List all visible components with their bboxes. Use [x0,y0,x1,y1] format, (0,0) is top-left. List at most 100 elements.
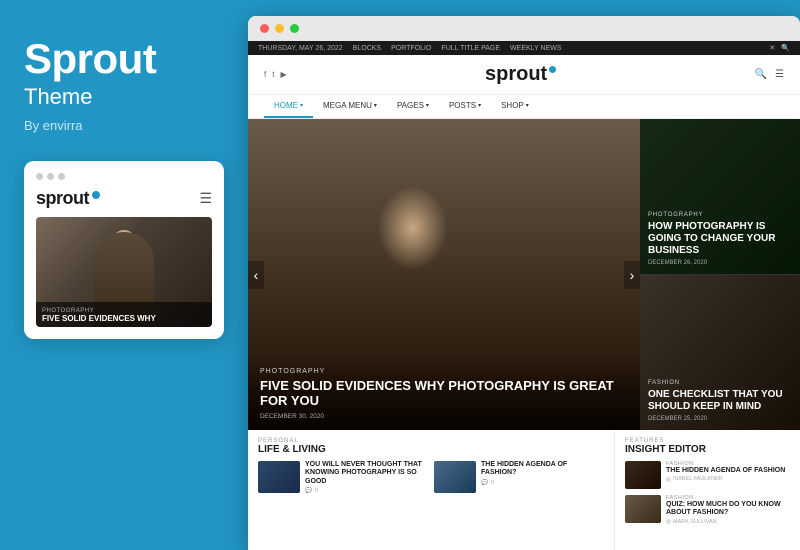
hero-card-bottom: FASHION ONE CHECKLIST THAT YOU SHOULD KE… [640,275,800,430]
hero-next-arrow[interactable]: › [624,261,640,289]
nav-pages-arrow: ▾ [426,102,429,109]
nav-item-megamenu[interactable]: MEGA MENU ▾ [313,95,387,118]
nav-megamenu-label: MEGA MENU [323,101,372,110]
comment-count-0: 0 [315,488,318,494]
nav-home-arrow: ▾ [300,102,303,109]
topbar-link-fullpage[interactable]: FULL TITLE PAGE [441,45,500,52]
header-menu-icon[interactable]: ☰ [775,69,784,80]
social-youtube[interactable]: ▶ [280,70,286,79]
comment-icon-1: 💬 [481,480,488,486]
hero-card-bottom-title: ONE CHECKLIST THAT YOU SHOULD KEEP IN MI… [648,389,792,413]
mobile-menu-icon[interactable]: ☰ [199,190,212,207]
hero-card-top-date: DECEMBER 26, 2020 [648,260,792,266]
mobile-dot-2 [47,173,54,180]
content-right: FEATURES INSIGHT EDITOR FASHION THE HIDD… [615,430,800,550]
article-title-1: THE HIDDEN AGENDA OF FASHION? [481,461,604,478]
comment-count-1: 0 [491,480,494,486]
article-meta-0: 💬 0 [305,488,428,494]
site-logo: sprout [485,63,556,86]
nav-posts-label: POSTS [449,101,476,110]
insight-title-1: QUIZ: HOW MUCH DO YOU KNOW ABOUT FASHION… [666,501,790,518]
social-twitter[interactable]: t [272,70,274,79]
hero-card-bottom-category: FASHION [648,380,792,386]
browser-dot-minimize[interactable] [275,24,284,33]
article-meta-1: 💬 0 [481,480,604,486]
nav-item-posts[interactable]: POSTS ▾ [439,95,491,118]
site-logo-dot [549,66,556,73]
hero-main-date: DECEMBER 30, 2020 [260,413,628,420]
nav-posts-arrow: ▾ [478,102,481,109]
site-content: PERSONAL LIFE & LIVING YOU WILL NEVER TH… [248,430,800,550]
hero-card-top-title: HOW PHOTOGRAPHY IS GOING TO CHANGE YOUR … [648,221,792,257]
author-avatar-0 [666,477,671,482]
insight-img-0 [625,461,661,489]
topbar-date: THURSDAY, MAY 26, 2022 [258,45,343,52]
article-item-1: THE HIDDEN AGENDA OF FASHION? 💬 0 [434,461,604,494]
hero-main-title: FIVE SOLID EVIDENCES WHY PHOTOGRAPHY IS … [260,378,628,409]
nav-home-label: HOME [274,101,298,110]
insight-item-0: FASHION THE HIDDEN AGENDA OF FASHION ISA… [625,461,790,489]
site-social-icons: f t ▶ [264,70,287,79]
nav-item-pages[interactable]: PAGES ▾ [387,95,439,118]
hero-card-top-category: PHOTOGRAPHY [648,212,792,218]
topbar-left: THURSDAY, MAY 26, 2022 BLOCKS PORTFOLIO … [258,45,562,52]
mobile-header: sprout ☰ [36,188,212,209]
topbar-link-blocks[interactable]: BLOCKS [353,45,381,52]
nav-item-shop[interactable]: SHOP ▾ [491,95,539,118]
article-info-1: THE HIDDEN AGENDA OF FASHION? 💬 0 [481,461,604,486]
browser-dot-maximize[interactable] [290,24,299,33]
mobile-dot-1 [36,173,43,180]
article-grid: YOU WILL NEVER THOUGHT THAT KNOWING PHOT… [258,461,604,494]
insight-author-1: MARK SULLIVAN [666,519,790,525]
topbar-link-portfolio[interactable]: PORTFOLIO [391,45,431,52]
insight-info-1: FASHION QUIZ: HOW MUCH DO YOU KNOW ABOUT… [666,495,790,525]
site-header-icons: 🔍 ☰ [755,69,784,80]
mobile-logo-dot [92,191,100,199]
social-facebook[interactable]: f [264,70,266,79]
hero-card-top: PHOTOGRAPHY HOW PHOTOGRAPHY IS GOING TO … [640,119,800,275]
browser-chrome [248,16,800,41]
mobile-logo-text: sprout [36,188,89,209]
hero-card-bottom-date: DECEMBER 25, 2020 [648,416,792,422]
insight-info-0: FASHION THE HIDDEN AGENDA OF FASHION ISA… [666,461,785,482]
insight-section-title: INSIGHT EDITOR [625,444,790,455]
insight-articles: FASHION THE HIDDEN AGENDA OF FASHION ISA… [625,461,790,525]
brand-title: Sprout [24,36,224,82]
site-logo-text: sprout [485,63,547,86]
author-name-0: ISABEL FAULKNER [673,476,723,482]
mobile-hero-image: PHOTOGRAPHY FIVE SOLID EVIDENCES WHY [36,217,212,327]
browser-window: THURSDAY, MAY 26, 2022 BLOCKS PORTFOLIO … [248,16,800,550]
site-topbar: THURSDAY, MAY 26, 2022 BLOCKS PORTFOLIO … [248,41,800,55]
article-title-0: YOU WILL NEVER THOUGHT THAT KNOWING PHOT… [305,461,428,486]
mobile-dots [36,173,212,180]
life-section-title: LIFE & LIVING [258,444,604,455]
content-left: PERSONAL LIFE & LIVING YOU WILL NEVER TH… [248,430,615,550]
insight-item-1: FASHION QUIZ: HOW MUCH DO YOU KNOW ABOUT… [625,495,790,525]
topbar-icon-search[interactable]: 🔍 [781,44,790,52]
site-nav: HOME ▾ MEGA MENU ▾ PAGES ▾ POSTS ▾ SHOP … [248,95,800,119]
topbar-icon-x[interactable]: ✕ [769,44,775,52]
website-preview: THURSDAY, MAY 26, 2022 BLOCKS PORTFOLIO … [248,41,800,550]
mobile-hero-title: FIVE SOLID EVIDENCES WHY [42,314,206,324]
hero-prev-arrow[interactable]: ‹ [248,261,264,289]
header-search-icon[interactable]: 🔍 [755,69,767,80]
hero-main-overlay: PHOTOGRAPHY FIVE SOLID EVIDENCES WHY PHO… [248,352,640,430]
site-hero: ‹ PHOTOGRAPHY FIVE SOLID EVIDENCES WHY P… [248,119,800,430]
brand-subtitle: Theme [24,84,224,110]
article-info-0: YOU WILL NEVER THOUGHT THAT KNOWING PHOT… [305,461,428,494]
hero-card-bottom-overlay: FASHION ONE CHECKLIST THAT YOU SHOULD KE… [640,275,800,430]
article-img-0 [258,461,300,493]
mobile-mockup: sprout ☰ PHOTOGRAPHY FIVE SOLID EVIDENCE… [24,161,224,339]
author-avatar-1 [666,519,671,524]
topbar-link-news[interactable]: WEEKLY NEWS [510,45,561,52]
article-item-0: YOU WILL NEVER THOUGHT THAT KNOWING PHOT… [258,461,428,494]
site-header: f t ▶ sprout 🔍 ☰ [248,55,800,95]
hero-sidebar: PHOTOGRAPHY HOW PHOTOGRAPHY IS GOING TO … [640,119,800,430]
nav-item-home[interactable]: HOME ▾ [264,95,313,118]
insight-author-0: ISABEL FAULKNER [666,476,785,482]
browser-dot-close[interactable] [260,24,269,33]
nav-shop-arrow: ▾ [526,102,529,109]
nav-pages-label: PAGES [397,101,424,110]
mobile-logo: sprout [36,188,100,209]
hero-main: ‹ PHOTOGRAPHY FIVE SOLID EVIDENCES WHY P… [248,119,640,430]
